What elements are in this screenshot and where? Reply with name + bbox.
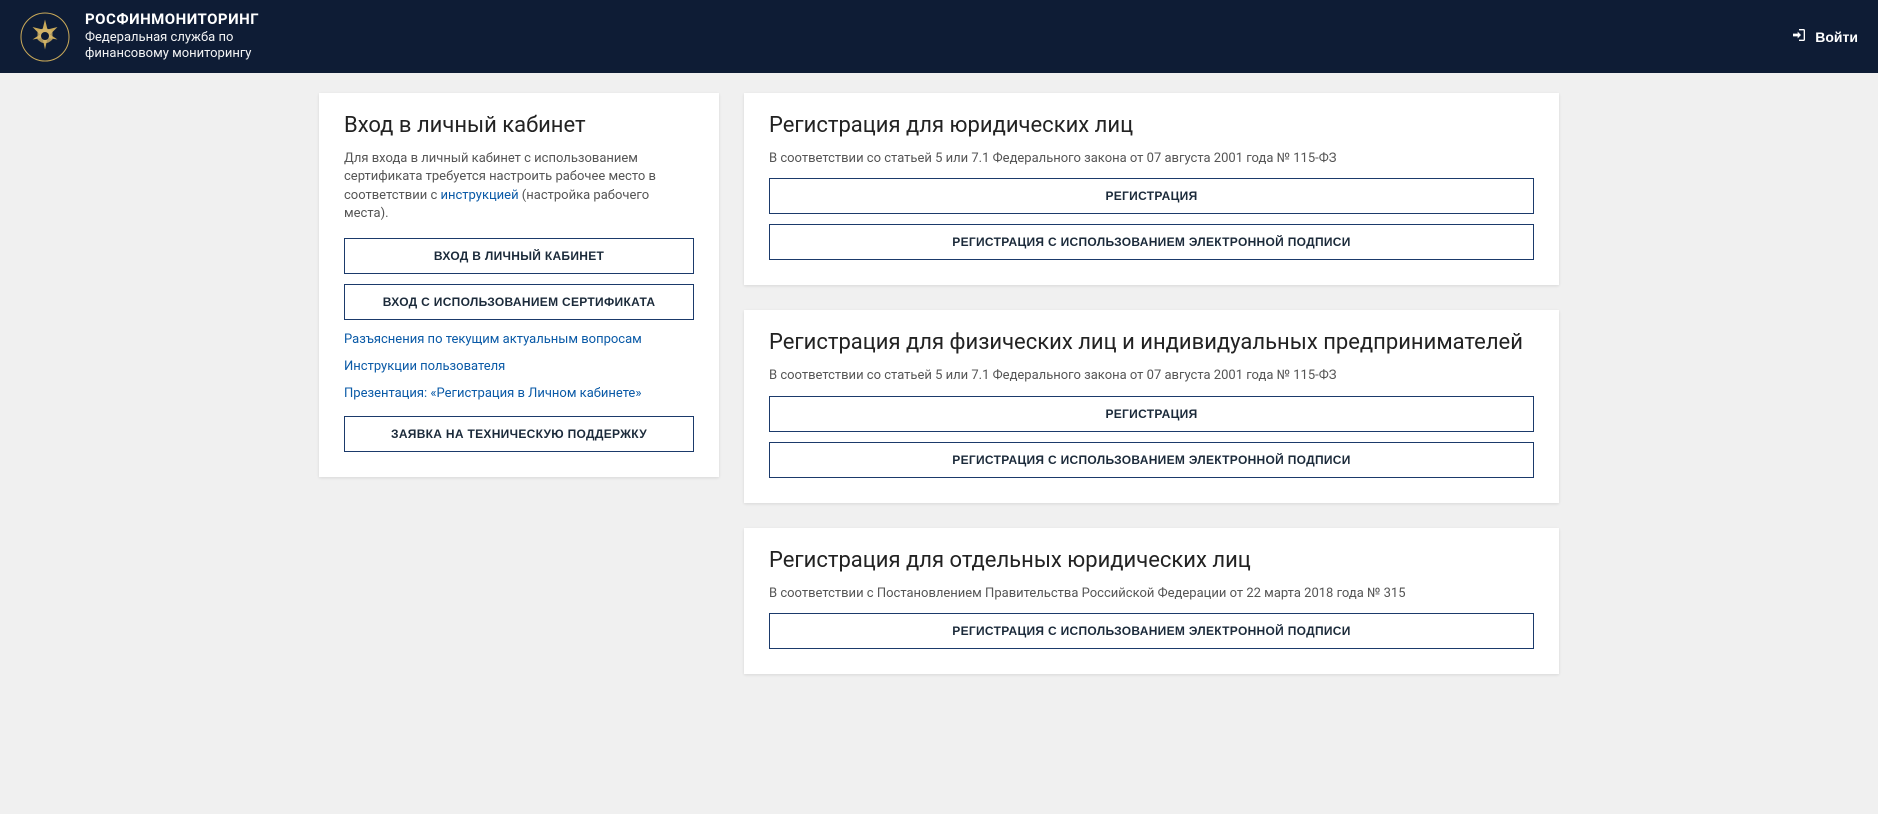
register-individual-title: Регистрация для физических лиц и индивид… (769, 330, 1534, 355)
left-column: Вход в личный кабинет Для входа в личный… (319, 93, 719, 477)
register-special-title: Регистрация для отдельных юридических ли… (769, 548, 1534, 573)
login-card-title: Вход в личный кабинет (344, 113, 694, 138)
site-header: РОСФИНМОНИТОРИНГ Федеральная служба по ф… (0, 0, 1878, 73)
register-individual-signature-button[interactable]: РЕГИСТРАЦИЯ С ИСПОЛЬЗОВАНИЕМ ЭЛЕКТРОННОЙ… (769, 442, 1534, 478)
site-title: РОСФИНМОНИТОРИНГ (85, 10, 259, 30)
register-individual-description: В соответствии со статьей 5 или 7.1 Феде… (769, 367, 1534, 385)
login-card: Вход в личный кабинет Для входа в личный… (319, 93, 719, 477)
login-button-label: Войти (1815, 29, 1858, 45)
login-certificate-button[interactable]: ВХОД С ИСПОЛЬЗОВАНИЕМ СЕРТИФИКАТА (344, 284, 694, 320)
register-individual-button[interactable]: РЕГИСТРАЦИЯ (769, 396, 1534, 432)
login-button[interactable]: Войти (1791, 27, 1858, 46)
register-legal-button[interactable]: РЕГИСТРАЦИЯ (769, 178, 1534, 214)
site-subtitle-line2: финансовому мониторингу (85, 46, 259, 63)
register-special-signature-button[interactable]: РЕГИСТРАЦИЯ С ИСПОЛЬЗОВАНИЕМ ЭЛЕКТРОННОЙ… (769, 613, 1534, 649)
login-icon (1791, 27, 1807, 46)
presentation-link[interactable]: Презентация: «Регистрация в Личном кабин… (344, 386, 694, 401)
register-legal-title: Регистрация для юридических лиц (769, 113, 1534, 138)
header-left: РОСФИНМОНИТОРИНГ Федеральная служба по ф… (20, 10, 259, 63)
right-column: Регистрация для юридических лиц В соотве… (744, 93, 1559, 674)
register-legal-description: В соответствии со статьей 5 или 7.1 Феде… (769, 150, 1534, 168)
faq-link[interactable]: Разъяснения по текущим актуальным вопрос… (344, 332, 694, 347)
instruction-link[interactable]: инструкцией (441, 188, 519, 203)
register-legal-card: Регистрация для юридических лиц В соотве… (744, 93, 1559, 285)
manual-link[interactable]: Инструкции пользователя (344, 359, 694, 374)
register-special-card: Регистрация для отдельных юридических ли… (744, 528, 1559, 674)
register-individual-card: Регистрация для физических лиц и индивид… (744, 310, 1559, 502)
site-subtitle-line1: Федеральная служба по (85, 30, 259, 47)
header-titles: РОСФИНМОНИТОРИНГ Федеральная служба по ф… (85, 10, 259, 63)
register-legal-signature-button[interactable]: РЕГИСТРАЦИЯ С ИСПОЛЬЗОВАНИЕМ ЭЛЕКТРОННОЙ… (769, 224, 1534, 260)
register-special-description: В соответствии с Постановлением Правител… (769, 585, 1534, 603)
support-button[interactable]: ЗАЯВКА НА ТЕХНИЧЕСКУЮ ПОДДЕРЖКУ (344, 416, 694, 452)
login-cabinet-button[interactable]: ВХОД В ЛИЧНЫЙ КАБИНЕТ (344, 238, 694, 274)
login-card-description: Для входа в личный кабинет с использован… (344, 150, 694, 223)
main-container: Вход в личный кабинет Для входа в личный… (299, 73, 1579, 694)
emblem-icon (20, 12, 70, 62)
